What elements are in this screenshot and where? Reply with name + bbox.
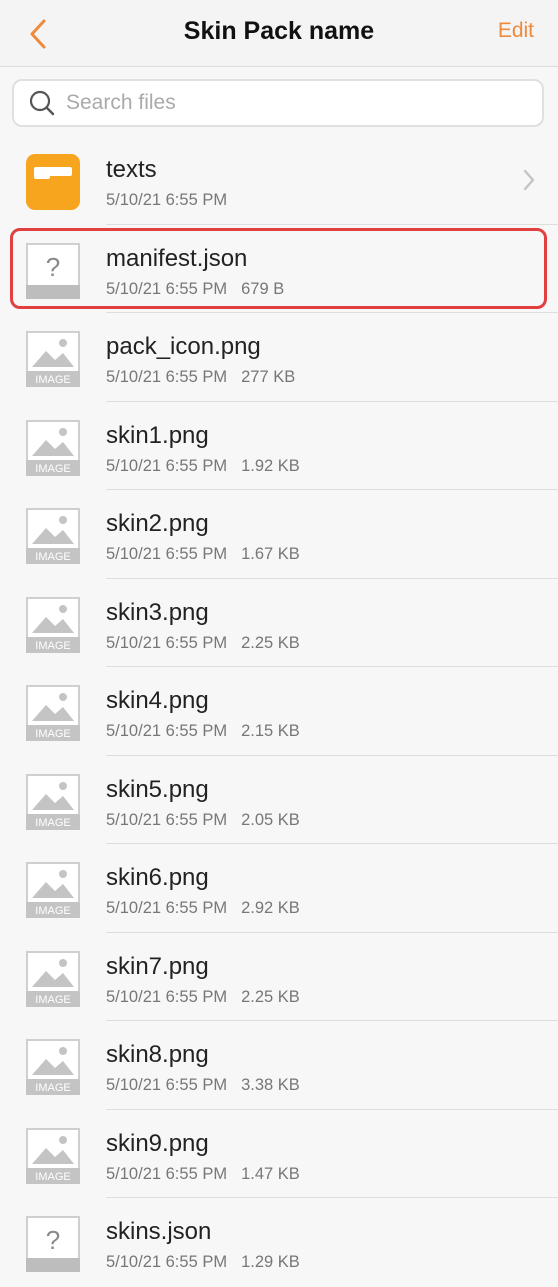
file-size: 3.38 KB xyxy=(241,1076,300,1094)
folder-icon xyxy=(26,154,80,210)
folder-row[interactable]: texts 5/10/21 6:55 PM xyxy=(0,136,558,225)
file-size: 1.92 KB xyxy=(241,456,300,475)
file-row[interactable]: IMAGE skin7.png 5/10/21 6:55 PM 2.25 KB xyxy=(0,933,558,1022)
file-row[interactable]: IMAGE skin3.png 5/10/21 6:55 PM 2.25 KB xyxy=(0,579,558,668)
file-meta: 5/10/21 6:55 PM 3.38 KB xyxy=(106,1076,300,1095)
file-meta: 5/10/21 6:55 PM 1.29 KB xyxy=(106,1253,300,1272)
file-date: 5/10/21 6:55 PM xyxy=(106,368,228,386)
file-date: 5/10/21 6:55 PM xyxy=(106,1253,228,1271)
file-date: 5/10/21 6:55 PM xyxy=(106,722,228,740)
file-size: 1.29 KB xyxy=(241,1253,300,1271)
chevron-right-icon xyxy=(523,169,535,191)
image-icon-label: IMAGE xyxy=(35,905,70,917)
file-name: texts xyxy=(106,156,157,183)
file-row[interactable]: IMAGE skin9.png 5/10/21 6:55 PM 1.47 KB xyxy=(0,1110,558,1199)
file-name: skin4.png xyxy=(106,687,209,714)
file-name: skin2.png xyxy=(106,510,209,537)
file-date: 5/10/21 6:55 PM xyxy=(106,279,228,298)
file-size: 2.05 KB xyxy=(241,810,300,829)
file-meta: 5/10/21 6:55 PM 1.92 KB xyxy=(106,457,300,476)
file-date: 5/10/21 6:55 PM xyxy=(106,1076,228,1094)
file-row[interactable]: IMAGE skin2.png 5/10/21 6:55 PM 1.67 KB xyxy=(0,490,558,579)
image-file-icon: IMAGE xyxy=(26,331,80,387)
file-meta: 5/10/21 6:55 PM 277 KB xyxy=(106,368,295,387)
file-row[interactable]: ? skins.json 5/10/21 6:55 PM 1.29 KB xyxy=(0,1198,558,1287)
unknown-icon-label: ? xyxy=(46,252,60,282)
image-icon-label: IMAGE xyxy=(35,817,70,829)
image-file-icon: IMAGE xyxy=(26,596,80,653)
file-size: 2.25 KB xyxy=(241,633,300,652)
file-row[interactable]: ? manifest.json 5/10/21 6:55 PM 679 B xyxy=(0,225,558,314)
file-date: 5/10/21 6:55 PM xyxy=(106,1164,228,1183)
file-size: 277 KB xyxy=(241,368,296,386)
image-file-icon: IMAGE xyxy=(26,419,80,476)
file-meta: 5/10/21 6:55 PM 679 B xyxy=(106,280,284,299)
file-date: 5/10/21 6:55 PM xyxy=(106,810,228,829)
file-size: 2.92 KB xyxy=(241,899,300,917)
unknown-file-icon: ? xyxy=(26,242,80,299)
edit-button[interactable]: Edit xyxy=(498,19,534,43)
file-meta: 5/10/21 6:55 PM 2.15 KB xyxy=(106,722,300,741)
file-meta: 5/10/21 6:55 PM 1.47 KB xyxy=(106,1165,300,1184)
file-name: skin1.png xyxy=(106,421,209,449)
image-file-icon: IMAGE xyxy=(26,685,80,741)
file-name: skin3.png xyxy=(106,598,209,626)
unknown-file-icon: ? xyxy=(26,1216,80,1272)
file-meta: 5/10/21 6:55 PM 2.25 KB xyxy=(106,988,300,1007)
file-date: 5/10/21 6:55 PM xyxy=(106,456,228,475)
image-icon-label: IMAGE xyxy=(35,551,70,563)
image-icon-label: IMAGE xyxy=(35,1171,70,1183)
file-list: texts 5/10/21 6:55 PM? manifest.json 5/10/2… xyxy=(0,136,558,1287)
file-name: skin8.png xyxy=(106,1041,209,1068)
file-name: manifest.json xyxy=(106,244,248,272)
file-row[interactable]: IMAGE skin5.png 5/10/21 6:55 PM 2.05 KB xyxy=(0,756,558,845)
image-icon-label: IMAGE xyxy=(35,463,70,475)
file-row[interactable]: IMAGE skin4.png 5/10/21 6:55 PM 2.15 KB xyxy=(0,667,558,756)
file-row[interactable]: IMAGE skin1.png 5/10/21 6:55 PM 1.92 KB xyxy=(0,402,558,491)
image-icon-label: IMAGE xyxy=(35,728,70,740)
file-meta: 5/10/21 6:55 PM 2.05 KB xyxy=(106,811,300,830)
page-title: Skin Pack name xyxy=(183,17,375,45)
search-bar[interactable] xyxy=(12,79,544,127)
file-date: 5/10/21 6:55 PM xyxy=(106,987,228,1006)
image-icon-label: IMAGE xyxy=(35,374,70,386)
file-date: 5/10/21 6:55 PM xyxy=(106,633,228,652)
file-name: skin5.png xyxy=(106,775,209,803)
file-size: 1.67 KB xyxy=(241,545,300,563)
image-file-icon: IMAGE xyxy=(26,1127,80,1184)
file-row[interactable]: IMAGE skin8.png 5/10/21 6:55 PM 3.38 KB xyxy=(0,1021,558,1110)
image-file-icon: IMAGE xyxy=(26,1039,80,1095)
image-icon-label: IMAGE xyxy=(35,994,70,1006)
file-row[interactable]: IMAGE pack_icon.png 5/10/21 6:55 PM 277 KB xyxy=(0,313,558,402)
top-bar: Skin Pack name Edit xyxy=(0,0,558,67)
image-icon-label: IMAGE xyxy=(35,640,70,652)
unknown-icon-label: ? xyxy=(46,1225,60,1255)
file-name: pack_icon.png xyxy=(106,333,261,360)
image-file-icon: IMAGE xyxy=(26,862,80,918)
file-name: skin6.png xyxy=(106,864,209,891)
file-name: skin7.png xyxy=(106,952,209,980)
file-name: skins.json xyxy=(106,1218,212,1245)
file-size: 2.15 KB xyxy=(241,722,300,740)
file-meta: 5/10/21 6:55 PM 2.92 KB xyxy=(106,899,300,918)
file-size: 2.25 KB xyxy=(241,987,300,1006)
image-file-icon: IMAGE xyxy=(26,773,80,830)
file-meta: 5/10/21 6:55 PM 2.25 KB xyxy=(106,634,300,653)
file-date: 5/10/21 6:55 PM xyxy=(106,899,228,917)
file-name: skin9.png xyxy=(106,1129,209,1157)
file-meta: 5/10/21 6:55 PM 1.67 KB xyxy=(106,545,300,564)
image-file-icon: IMAGE xyxy=(26,508,80,564)
file-meta: 5/10/21 6:55 PM xyxy=(106,191,227,210)
file-size: 679 B xyxy=(241,279,285,298)
file-size: 1.47 KB xyxy=(241,1164,300,1183)
search-icon xyxy=(29,90,55,116)
file-row[interactable]: IMAGE skin6.png 5/10/21 6:55 PM 2.92 KB xyxy=(0,844,558,933)
search-input[interactable] xyxy=(64,90,542,116)
file-date: 5/10/21 6:55 PM xyxy=(106,545,228,563)
image-file-icon: IMAGE xyxy=(26,950,80,1007)
file-date: 5/10/21 6:55 PM xyxy=(106,191,228,209)
image-icon-label: IMAGE xyxy=(35,1082,70,1094)
